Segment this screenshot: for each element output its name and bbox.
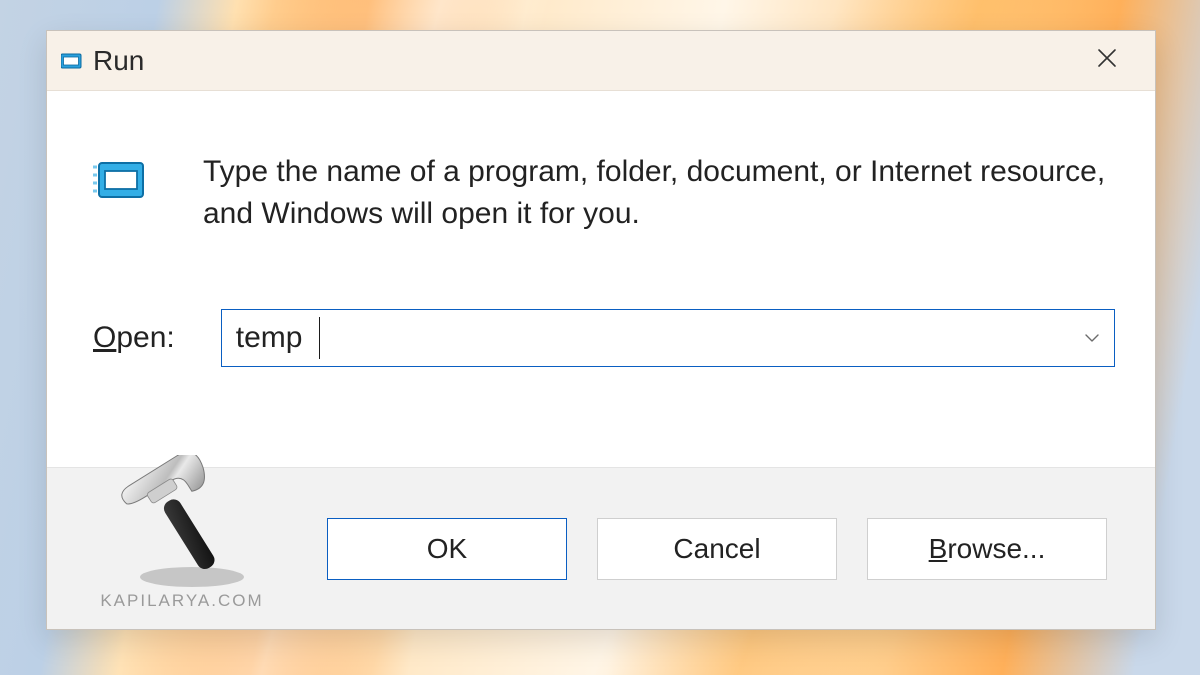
open-label: Open: xyxy=(93,321,175,355)
dialog-title: Run xyxy=(93,45,144,77)
titlebar-left: Run xyxy=(61,45,144,77)
cancel-button[interactable]: Cancel xyxy=(597,518,837,580)
dialog-body: Type the name of a program, folder, docu… xyxy=(47,91,1155,377)
open-combobox[interactable] xyxy=(221,309,1115,367)
titlebar[interactable]: Run xyxy=(47,31,1155,91)
run-icon-large xyxy=(93,155,147,205)
run-dialog: Run xyxy=(46,30,1156,630)
close-button[interactable] xyxy=(1083,41,1131,81)
watermark-label: KAPILARYA.COM xyxy=(100,591,263,611)
run-icon xyxy=(61,52,83,70)
hammer-icon xyxy=(97,455,267,595)
watermark: KAPILARYA.COM xyxy=(97,455,267,611)
close-icon xyxy=(1097,48,1117,74)
ok-button[interactable]: OK xyxy=(327,518,567,580)
dialog-description: Type the name of a program, folder, docu… xyxy=(203,151,1115,235)
button-bar: OK Cancel Browse... xyxy=(47,467,1155,629)
browse-button[interactable]: Browse... xyxy=(867,518,1107,580)
open-input[interactable] xyxy=(221,309,1115,367)
